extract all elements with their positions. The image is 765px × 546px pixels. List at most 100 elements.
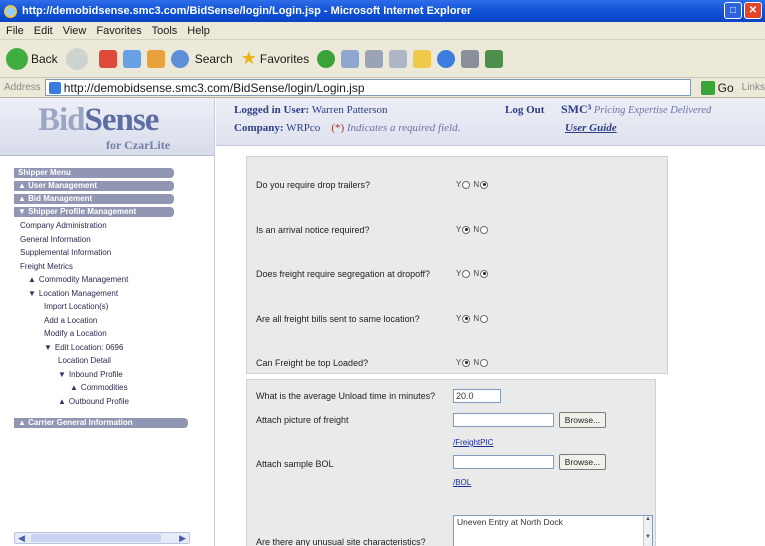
menu-edit[interactable]: Edit: [34, 25, 53, 37]
menu-tools[interactable]: Tools: [152, 25, 178, 37]
expand-arrow-icon: ▲: [28, 275, 36, 284]
close-button[interactable]: ✕: [744, 2, 762, 19]
carrier-info-menu[interactable]: ▲ Carrier General Information: [14, 418, 188, 428]
browser-toolbar: Back Search ★ Favorites: [0, 40, 765, 78]
top-loaded-radios: Y N: [456, 358, 491, 367]
back-arrow-icon: [6, 47, 28, 70]
browse-bol-button[interactable]: Browse...: [559, 454, 606, 470]
collapse-arrow-icon: ▼: [18, 207, 29, 216]
top-loaded-no-radio[interactable]: [480, 358, 489, 367]
collapse-arrow-icon: ▼: [44, 342, 52, 352]
collapse-arrow-icon: ▼: [58, 369, 66, 379]
bol-file-input[interactable]: [453, 455, 554, 469]
bid-management-menu[interactable]: ▲ Bid Management: [14, 194, 174, 204]
arrival-notice-yes-radio[interactable]: [462, 225, 471, 234]
segregation-radios: Y N: [456, 269, 491, 278]
scroll-right-icon[interactable]: ▶: [179, 533, 186, 544]
address-url: http://demobidsense.smc3.com/BidSense/lo…: [63, 80, 365, 95]
sidebar-item-commodities[interactable]: ▲ Commodities: [0, 381, 214, 395]
sidebar-item-location-detail[interactable]: Location Detail: [0, 354, 214, 368]
arrival-notice-radios: Y N: [456, 225, 491, 234]
shipper-profile-menu[interactable]: ▼ Shipper Profile Management: [14, 207, 174, 217]
user-guide-link[interactable]: User Guide: [565, 122, 617, 134]
segregation-yes-radio[interactable]: [462, 269, 471, 278]
same-location-yes-radio[interactable]: [462, 314, 471, 323]
go-label: Go: [717, 80, 734, 95]
textarea-scrollbar[interactable]: ▲ ▼: [643, 516, 652, 546]
people-icon[interactable]: [485, 49, 504, 68]
scroll-thumb[interactable]: [31, 534, 161, 542]
history-icon[interactable]: [341, 49, 360, 68]
sidebar-item-inbound-profile[interactable]: ▼ Inbound Profile: [0, 368, 214, 382]
unload-time-input[interactable]: 20.0: [453, 389, 501, 403]
home-icon[interactable]: [146, 49, 165, 68]
freight-pic-link[interactable]: /FreightPIC: [453, 438, 493, 447]
sidebar: BidSense for CzarLite Shipper Menu ▲ Use…: [0, 98, 215, 546]
user-management-menu[interactable]: ▲ User Management: [14, 181, 174, 191]
sidebar-item-import-locations[interactable]: Import Location(s): [0, 300, 214, 314]
arrival-notice-no-radio[interactable]: [480, 225, 489, 234]
sidebar-item-freight-metrics[interactable]: Freight Metrics: [0, 260, 214, 274]
sidebar-item-edit-location[interactable]: ▼ Edit Location: 0696: [0, 341, 214, 355]
sidebar-item-company-administration[interactable]: Company Administration: [0, 219, 214, 233]
research-icon[interactable]: [461, 49, 480, 68]
search-label: Search: [194, 51, 233, 66]
logout-link[interactable]: Log Out: [505, 104, 544, 116]
drop-trailers-radios: Y N: [456, 180, 491, 189]
question-drop-trailers: Do you require drop trailers?: [256, 180, 371, 190]
required-hint: Indicates a required field.: [346, 122, 461, 134]
segregation-no-radio[interactable]: [480, 269, 489, 278]
menu-bar: File Edit View Favorites Tools Help: [0, 22, 765, 40]
scroll-left-icon[interactable]: ◀: [18, 533, 25, 544]
site-characteristics-value: Uneven Entry at North Dock: [457, 517, 563, 527]
same-location-no-radio[interactable]: [480, 314, 489, 323]
expand-arrow-icon: ▲: [18, 418, 29, 427]
favorites-button[interactable]: ★ Favorites: [241, 48, 310, 69]
freight-picture-file-input[interactable]: [453, 413, 554, 427]
go-arrow-icon: [700, 80, 715, 95]
menu-favorites[interactable]: Favorites: [96, 25, 141, 37]
address-label: Address: [4, 82, 41, 93]
menu-view[interactable]: View: [63, 25, 87, 37]
folder-icon[interactable]: [413, 49, 432, 68]
sidebar-item-add-location[interactable]: Add a Location: [0, 314, 214, 328]
sidebar-item-general-information[interactable]: General Information: [0, 233, 214, 247]
address-input[interactable]: http://demobidsense.smc3.com/BidSense/lo…: [44, 79, 691, 96]
site-characteristics-textarea[interactable]: Uneven Entry at North Dock ▲ ▼: [453, 515, 653, 546]
browse-picture-button[interactable]: Browse...: [559, 412, 606, 428]
logo-subtitle: for CzarLite: [106, 138, 171, 152]
maximize-button[interactable]: □: [724, 2, 742, 19]
forward-button[interactable]: [65, 47, 91, 70]
menu-file[interactable]: File: [6, 25, 24, 37]
sidebar-item-modify-location[interactable]: Modify a Location: [0, 327, 214, 341]
sidebar-item-commodity-management[interactable]: ▲ Commodity Management: [0, 273, 214, 287]
sidebar-item-outbound-profile[interactable]: ▲ Outbound Profile: [0, 395, 214, 409]
bol-link[interactable]: /BOL: [453, 478, 471, 487]
menu-help[interactable]: Help: [187, 25, 210, 37]
back-button[interactable]: Back: [6, 47, 58, 70]
sidebar-horizontal-scrollbar[interactable]: ◀ ▶: [14, 532, 190, 544]
sidebar-item-location-management[interactable]: ▼ Location Management: [0, 287, 214, 301]
links-label[interactable]: Links: [742, 82, 765, 93]
top-loaded-yes-radio[interactable]: [462, 358, 471, 367]
back-label: Back: [31, 51, 58, 66]
messenger-icon[interactable]: [437, 49, 456, 68]
go-button[interactable]: Go: [700, 80, 734, 95]
search-icon: [170, 49, 189, 68]
details-panel: What is the average Unload time in minut…: [246, 379, 656, 546]
media-icon[interactable]: [317, 49, 336, 68]
shipper-menu-header: Shipper Menu: [14, 168, 174, 178]
search-button[interactable]: Search: [170, 49, 233, 68]
mail-icon[interactable]: [365, 49, 384, 68]
page-header: Logged in User: Warren Patterson Log Out…: [216, 98, 765, 146]
drop-trailers-yes-radio[interactable]: [462, 180, 471, 189]
sidebar-item-supplemental-information[interactable]: Supplemental Information: [0, 246, 214, 260]
print-icon[interactable]: [389, 49, 408, 68]
question-same-location: Are all freight bills sent to same locat…: [256, 314, 420, 324]
logged-in-user: Logged in User: Warren Patterson: [234, 104, 388, 116]
collapse-arrow-icon: ▼: [28, 288, 36, 298]
refresh-icon[interactable]: [122, 49, 141, 68]
stop-icon[interactable]: [98, 49, 117, 68]
address-bar: Address http://demobidsense.smc3.com/Bid…: [0, 78, 765, 98]
drop-trailers-no-radio[interactable]: [480, 180, 489, 189]
